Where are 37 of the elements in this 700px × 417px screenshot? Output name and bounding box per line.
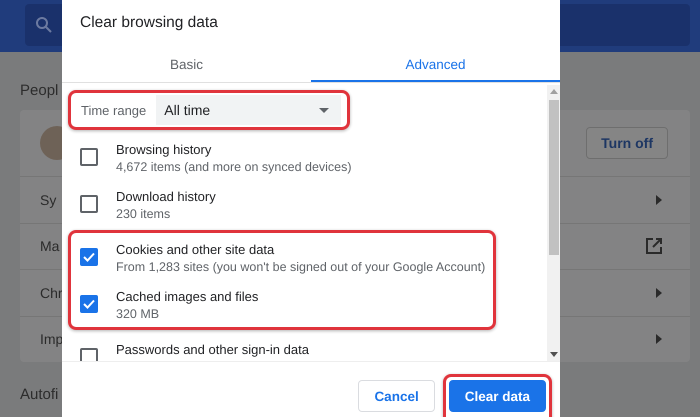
item-detail: 4,672 items (and more on synced devices)	[116, 159, 352, 176]
checkbox[interactable]	[80, 248, 98, 266]
external-link-icon[interactable]	[646, 238, 662, 254]
time-range-dropdown[interactable]: All time	[156, 95, 341, 125]
cancel-button[interactable]: Cancel	[358, 380, 435, 412]
item-title: Download history	[116, 188, 216, 205]
caret-icon	[319, 108, 329, 112]
item-detail: From 1,283 sites (you won't be signed out of your Google Account)	[116, 259, 486, 276]
section-title: Autofi	[20, 386, 58, 405]
item-title: Cached images and files	[116, 288, 258, 305]
checkbox[interactable]	[80, 195, 98, 213]
checkbox[interactable]	[80, 148, 98, 166]
section-title: Peopl	[20, 82, 58, 101]
arrow-icon[interactable]	[656, 334, 662, 344]
item-title: Cookies and other site data	[116, 241, 276, 258]
scroll-down-icon[interactable]	[550, 352, 558, 357]
settings-row-label[interactable]: Chr	[40, 284, 63, 301]
clear-data-button[interactable]: Clear data	[448, 380, 546, 412]
checkbox[interactable]	[80, 348, 98, 361]
arrow-icon[interactable]	[656, 288, 662, 298]
search-icon	[35, 16, 53, 34]
dialog-title: Clear browsing data	[80, 14, 218, 33]
item-detail: 230 items	[116, 206, 172, 223]
tab[interactable]: Advanced	[311, 48, 560, 82]
tab[interactable]: Basic	[62, 48, 311, 82]
scroll-up-icon[interactable]	[550, 89, 558, 94]
arrow-icon[interactable]	[656, 194, 662, 205]
settings-row-label[interactable]: Imp	[40, 331, 64, 348]
turn-off-button[interactable]: Turn off	[586, 127, 668, 159]
settings-row-label[interactable]: Ma	[40, 238, 60, 254]
checkbox[interactable]	[80, 295, 98, 313]
item-title: Passwords and other sign-in data	[116, 341, 309, 358]
item-title: Browsing history	[116, 141, 212, 158]
time-range-label: Time range	[81, 102, 146, 118]
settings-row-label[interactable]: Sy	[40, 192, 56, 208]
scrollbar[interactable]	[547, 85, 560, 361]
item-detail: 320 MB	[116, 306, 160, 323]
